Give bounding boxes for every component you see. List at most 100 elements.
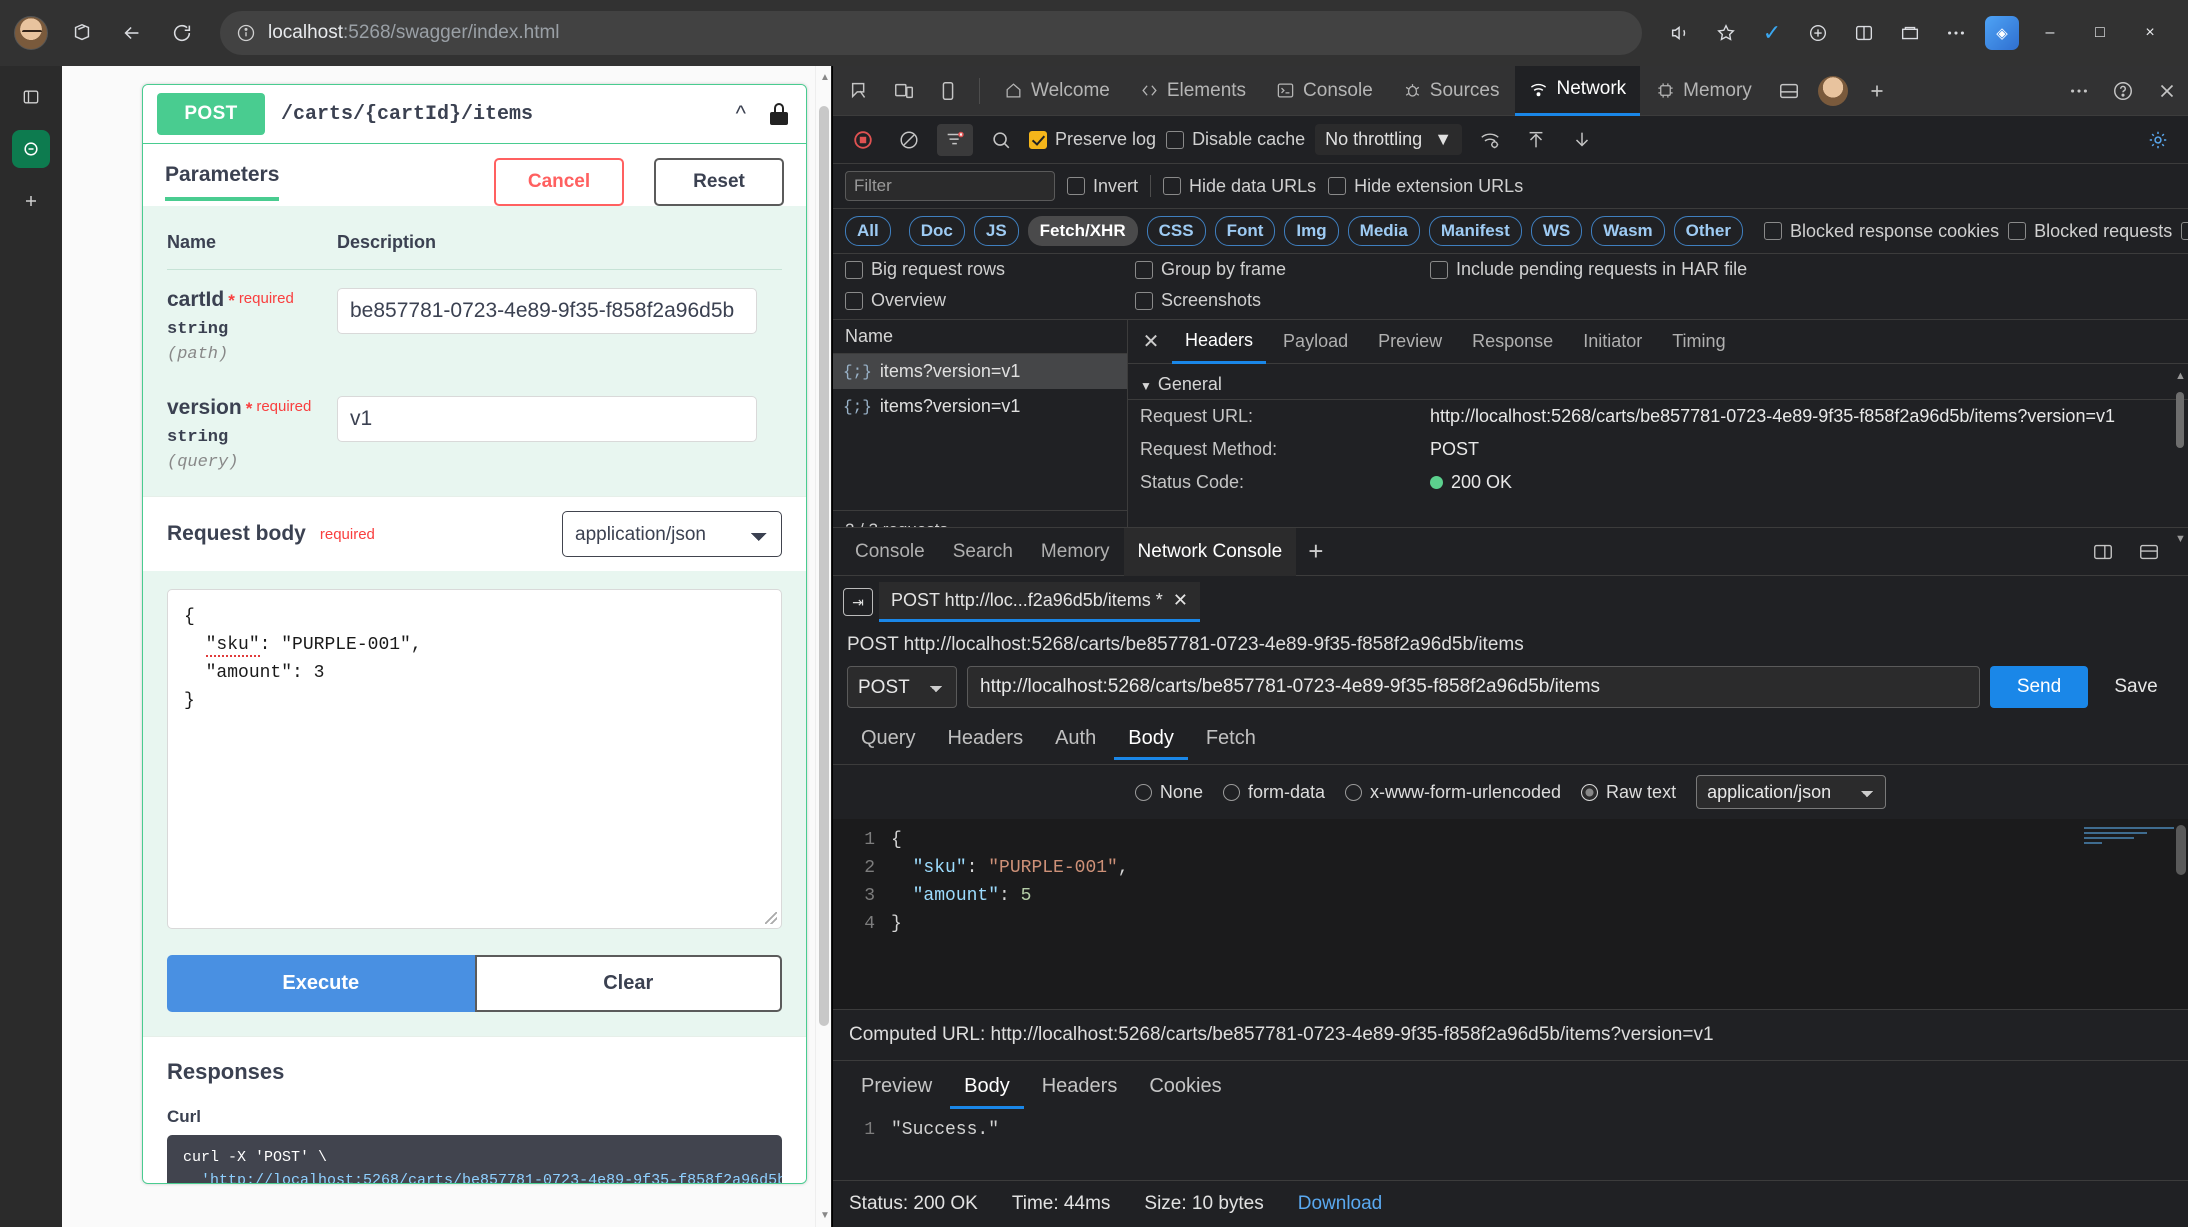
close-window-button[interactable]: × xyxy=(2126,10,2174,56)
tab-console[interactable]: Console xyxy=(1262,66,1387,116)
import-har-icon[interactable] xyxy=(1518,124,1554,156)
drawer-tab-console[interactable]: Console xyxy=(841,528,939,576)
request-body-editor[interactable]: { "sku": "PURPLE-001", "amount": 3 } xyxy=(167,589,782,929)
clear-button[interactable]: Clear xyxy=(474,955,782,1012)
request-body-code-editor[interactable]: 1{ 2 "sku": "PURPLE-001", 3 "amount": 5 … xyxy=(833,819,2188,1009)
overview-checkbox[interactable]: Overview xyxy=(845,290,1135,311)
subtab-auth[interactable]: Auth xyxy=(1041,720,1110,760)
more-tools-icon[interactable] xyxy=(2058,71,2100,111)
star-icon[interactable] xyxy=(1704,11,1748,55)
more-options-icon[interactable] xyxy=(1934,11,1978,55)
send-button[interactable]: Send xyxy=(1990,666,2088,708)
collections-panel-icon[interactable] xyxy=(1888,11,1932,55)
response-tab-cookies[interactable]: Cookies xyxy=(1135,1067,1235,1109)
scroll-down-arrow[interactable]: ▼ xyxy=(820,1210,830,1221)
request-url-input[interactable] xyxy=(967,666,1980,708)
type-filter-all[interactable]: All xyxy=(845,216,891,246)
detail-scrollbar[interactable]: ▲ ▼ xyxy=(2174,370,2186,545)
response-tab-preview[interactable]: Preview xyxy=(847,1067,946,1109)
type-filter-other[interactable]: Other xyxy=(1673,216,1743,246)
new-request-icon[interactable]: ⇥ xyxy=(843,588,873,616)
request-row-selected[interactable]: {;} items?version=v1 xyxy=(833,354,1127,389)
detail-tab-timing[interactable]: Timing xyxy=(1659,320,1738,364)
subtab-query[interactable]: Query xyxy=(847,720,929,760)
detail-tab-response[interactable]: Response xyxy=(1459,320,1566,364)
inspect-element-icon[interactable] xyxy=(839,71,881,111)
curl-command[interactable]: curl -X 'POST' \ 'http://localhost:5268/… xyxy=(167,1135,782,1183)
mobile-view-icon[interactable] xyxy=(927,71,969,111)
type-filter-ws[interactable]: WS xyxy=(1530,216,1583,246)
scroll-up-arrow[interactable]: ▲ xyxy=(2175,370,2186,382)
filter-funnel-icon[interactable] xyxy=(937,123,973,156)
scrollbar-thumb[interactable] xyxy=(819,106,829,1026)
detail-tab-payload[interactable]: Payload xyxy=(1270,320,1361,364)
tab-network[interactable]: Network xyxy=(1515,65,1641,116)
radio-form-data[interactable]: form-data xyxy=(1222,782,1325,803)
chevron-up-icon[interactable]: ^ xyxy=(728,101,754,127)
device-toolbar-icon[interactable] xyxy=(883,71,925,111)
record-stop-icon[interactable] xyxy=(845,124,881,156)
radio-x-www-form-urlencoded[interactable]: x-www-form-urlencoded xyxy=(1344,782,1561,803)
scroll-up-arrow[interactable]: ▲ xyxy=(820,72,830,83)
resize-handle[interactable] xyxy=(765,912,777,924)
detail-tab-preview[interactable]: Preview xyxy=(1365,320,1455,364)
read-aloud-icon[interactable] xyxy=(1658,11,1702,55)
copilot-rail-icon[interactable] xyxy=(12,130,50,168)
content-type-select[interactable]: application/json xyxy=(1696,775,1887,809)
operation-summary[interactable]: POST /carts/{cartId}/items ^ xyxy=(143,85,806,144)
drawer-tab-search[interactable]: Search xyxy=(939,528,1027,576)
clear-network-icon[interactable] xyxy=(891,124,927,156)
cancel-button[interactable]: Cancel xyxy=(494,158,624,206)
tab-welcome[interactable]: Welcome xyxy=(990,66,1124,116)
hide-extension-urls-checkbox[interactable]: Hide extension URLs xyxy=(1328,176,1523,197)
big-request-rows-checkbox[interactable]: Big request rows xyxy=(845,259,1135,280)
type-filter-js[interactable]: JS xyxy=(973,216,1019,246)
drawer-tab-memory[interactable]: Memory xyxy=(1027,528,1124,576)
add-panel-icon[interactable] xyxy=(1856,71,1898,111)
type-filter-css[interactable]: CSS xyxy=(1146,216,1206,246)
tab-elements[interactable]: Elements xyxy=(1126,66,1260,116)
radio-raw-text[interactable]: Raw text xyxy=(1581,782,1676,803)
type-filter-img[interactable]: Img xyxy=(1284,216,1339,246)
general-section-header[interactable]: ▼ General xyxy=(1128,370,2188,400)
close-icon[interactable]: ✕ xyxy=(1173,590,1188,611)
avatar[interactable] xyxy=(1812,71,1854,111)
lock-icon[interactable] xyxy=(770,103,788,125)
export-har-icon[interactable] xyxy=(1564,124,1600,156)
type-filter-manifest[interactable]: Manifest xyxy=(1428,216,1522,246)
detail-tab-initiator[interactable]: Initiator xyxy=(1570,320,1655,364)
page-scrollbar[interactable]: ▲ ▼ xyxy=(815,66,831,1227)
address-bar[interactable]: localhost:5268/swagger/index.html xyxy=(220,11,1642,55)
type-filter-fetch-xhr[interactable]: Fetch/XHR xyxy=(1027,216,1138,246)
subtab-fetch[interactable]: Fetch xyxy=(1192,720,1270,760)
screenshots-checkbox[interactable]: Screenshots xyxy=(1135,290,1430,311)
network-conditions-icon[interactable] xyxy=(1472,124,1508,156)
code-scrollbar-thumb[interactable] xyxy=(2176,825,2186,875)
add-tab-icon[interactable] xyxy=(12,182,50,220)
type-filter-wasm[interactable]: Wasm xyxy=(1591,216,1665,246)
close-detail-icon[interactable]: ✕ xyxy=(1134,325,1168,359)
method-select[interactable]: POST xyxy=(847,666,957,708)
filter-input[interactable] xyxy=(845,171,1055,201)
search-icon[interactable] xyxy=(983,124,1019,156)
type-filter-media[interactable]: Media xyxy=(1347,216,1420,246)
minimize-button[interactable]: – xyxy=(2026,10,2074,56)
close-devtools-icon[interactable] xyxy=(2146,71,2188,111)
type-filter-doc[interactable]: Doc xyxy=(908,216,965,246)
back-arrow-icon[interactable] xyxy=(110,11,154,55)
cartid-input[interactable] xyxy=(337,288,757,334)
media-type-select[interactable]: application/json xyxy=(562,511,782,557)
version-input[interactable] xyxy=(337,396,757,442)
blocked-requests-checkbox[interactable]: Blocked requests xyxy=(2008,221,2172,242)
reset-button[interactable]: Reset xyxy=(654,158,784,206)
type-filter-font[interactable]: Font xyxy=(1214,216,1276,246)
save-button[interactable]: Save xyxy=(2098,666,2174,708)
tab-sources[interactable]: Sources xyxy=(1389,66,1514,116)
blocked-response-cookies-checkbox[interactable]: Blocked response cookies xyxy=(1764,221,1999,242)
scrollbar-thumb[interactable] xyxy=(2176,392,2184,448)
throttling-select[interactable]: No throttling ▼ xyxy=(1315,124,1463,155)
sidebar-toggle-icon[interactable] xyxy=(12,78,50,116)
tab-memory[interactable]: Memory xyxy=(1642,66,1766,116)
copilot-icon[interactable]: ◈ xyxy=(1980,11,2024,55)
settings-gear-icon[interactable] xyxy=(2140,124,2176,156)
